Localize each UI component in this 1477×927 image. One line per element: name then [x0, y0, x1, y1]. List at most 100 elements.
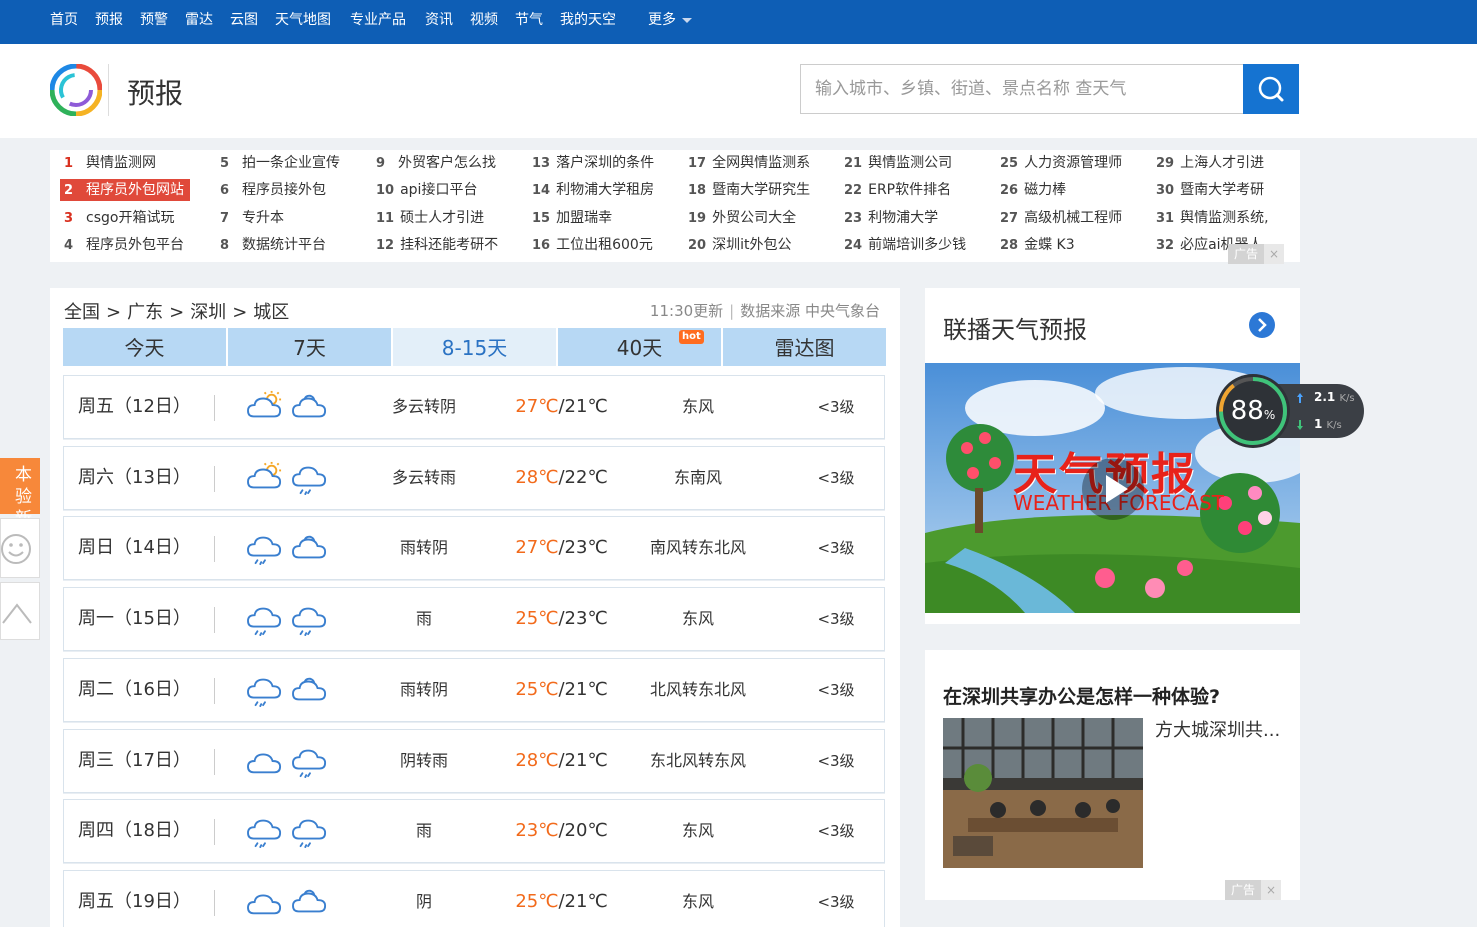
forecast-row[interactable]: 周五（12日） 多云转阴 27℃/21℃ 东风 <3级: [63, 375, 885, 439]
hotlink-item[interactable]: 6 程序员接外包: [216, 179, 332, 201]
hotlink-item[interactable]: 20 深圳it外包公: [684, 234, 797, 256]
hotlink-item[interactable]: 9 外贸客户怎么找: [372, 152, 502, 174]
forecast-row[interactable]: 周二（16日） 雨转阴 25℃/21℃ 北风转东北风 <3级: [63, 657, 885, 722]
tab-40day[interactable]: 40天 hot: [558, 328, 721, 366]
tab-8-15day[interactable]: 8-15天: [393, 328, 556, 366]
hotlink-item[interactable]: 5 拍一条企业宣传: [216, 152, 346, 174]
hotlink-item[interactable]: 2 程序员外包网站: [60, 179, 190, 201]
hotlink-item[interactable]: 13 落户深圳的条件: [528, 152, 660, 174]
hotlink-item[interactable]: 8 数据统计平台: [216, 234, 332, 256]
hotlink-item[interactable]: 22 ERP软件排名: [840, 179, 957, 201]
hotlink-item[interactable]: 25 人力资源管理师: [996, 152, 1128, 174]
nav-my-sky[interactable]: 我的天空: [560, 0, 616, 40]
hotlink-item[interactable]: 15 加盟瑞幸: [528, 207, 618, 229]
forecast-row[interactable]: 周五（19日） 阴 25℃/21℃ 东风 <3级: [63, 869, 885, 927]
tab-today[interactable]: 今天: [63, 328, 226, 366]
hotlink-item[interactable]: 27 高级机械工程师: [996, 207, 1128, 229]
nav-weather-map[interactable]: 天气地图: [275, 0, 331, 40]
cloudy-icon: [290, 531, 330, 565]
hotlink-item[interactable]: 10 api接口平台: [372, 179, 483, 201]
hotlink-item[interactable]: 18 暨南大学研究生: [684, 179, 816, 201]
search-button[interactable]: [1243, 64, 1299, 114]
hotlink-item[interactable]: 19 外贸公司大全: [684, 207, 802, 229]
hotlink-item[interactable]: 4 程序员外包平台: [60, 234, 190, 256]
feedback-button[interactable]: [0, 518, 40, 578]
hotlink-label: ERP软件排名: [868, 182, 952, 198]
close-icon[interactable]: ×: [1261, 880, 1282, 900]
arrow-right-icon[interactable]: [1249, 312, 1275, 338]
hotlink-item[interactable]: 30 暨南大学考研: [1152, 179, 1270, 201]
hotlink-item[interactable]: 23 利物浦大学: [840, 207, 944, 229]
forecast-row[interactable]: 周一（15日） 雨 25℃/23℃ 东风 <3级: [63, 587, 885, 652]
logo-divider: [108, 64, 109, 116]
network-speed-widget[interactable]: 88% 2.1 K/s 1 K/s: [1216, 374, 1366, 448]
ad-title[interactable]: 在深圳共享办公是怎样一种体验?: [943, 682, 1220, 709]
hotlink-item[interactable]: 17 全网舆情监测系: [684, 152, 816, 174]
hotlink-item[interactable]: 21 舆情监测公司: [840, 152, 958, 174]
breadcrumb-country[interactable]: 全国: [64, 302, 100, 323]
breadcrumb-district[interactable]: 城区: [253, 302, 289, 323]
hotlink-rank: 11: [376, 211, 395, 226]
hotlink-rank: 24: [844, 238, 863, 253]
hotlink-item[interactable]: 11 硕士人才引进: [372, 207, 490, 229]
nav-radar[interactable]: 雷达: [185, 0, 213, 40]
hotlink-item[interactable]: 28 金蝶 K3: [996, 234, 1081, 256]
hotlink-item[interactable]: 16 工位出租600元: [528, 234, 659, 256]
hotlink-item[interactable]: 7 专升本: [216, 207, 290, 229]
nav-forecast[interactable]: 预报: [95, 0, 123, 40]
hotlink-item[interactable]: 29 上海人才引进: [1152, 152, 1270, 174]
hotlink-item[interactable]: 31 舆情监测系统,: [1152, 207, 1275, 229]
ad-tag[interactable]: 广告 ×: [1228, 244, 1285, 264]
hotlink-label: 外贸公司大全: [712, 210, 797, 226]
hotlink-label: 利物浦大学: [868, 210, 939, 226]
forecast-temperature: 28℃/21℃: [504, 730, 619, 792]
hotlink-rank: 4: [64, 238, 74, 253]
breadcrumb-separator: >: [232, 302, 248, 323]
breadcrumb-city[interactable]: 深圳: [190, 302, 226, 323]
tab-7day[interactable]: 7天: [228, 328, 391, 366]
hotlink-label: 磁力棒: [1024, 182, 1067, 198]
ad-text[interactable]: 方大城深圳共...: [1155, 716, 1280, 742]
forecast-panel: 全国 > 广东 > 深圳 > 城区 11:30更新 | 数据来源 中央气象台 今天 7天 8-1…: [50, 288, 900, 927]
try-new-version-button[interactable]: 本验新版: [0, 458, 40, 551]
forecast-day: 周三（17日）: [78, 749, 191, 771]
back-to-top-button[interactable]: [0, 582, 40, 640]
hotlink-item[interactable]: 1 舆情监测网: [60, 152, 162, 174]
forecast-wind-level: <3级: [817, 751, 855, 770]
nav-solar-terms[interactable]: 节气: [515, 0, 543, 40]
search-input[interactable]: [800, 64, 1244, 114]
nav-news[interactable]: 资讯: [425, 0, 453, 40]
hotlink-item[interactable]: 24 前端培训多少钱: [840, 234, 972, 256]
hotlink-item[interactable]: 26 磁力棒: [996, 179, 1072, 201]
play-icon[interactable]: [1082, 458, 1144, 520]
nav-more[interactable]: 更多: [648, 0, 692, 40]
weather-logo-icon[interactable]: [50, 64, 102, 116]
breadcrumb-province[interactable]: 广东: [127, 302, 163, 323]
search-icon: [1258, 76, 1284, 102]
nav-more-label: 更多: [648, 12, 676, 28]
tab-radar[interactable]: 雷达图: [723, 328, 886, 366]
ad-tag[interactable]: 广告 ×: [1225, 880, 1282, 900]
forecast-day: 周六（13日）: [78, 466, 191, 488]
temp-low: /21℃: [558, 678, 608, 700]
hotlink-item[interactable]: 14 利物浦大学租房: [528, 179, 660, 201]
nav-pro-products[interactable]: 专业产品: [350, 0, 406, 40]
hotlink-item[interactable]: 3 csgo开箱试玩: [60, 207, 180, 229]
upload-rate: 2.1 K/s: [1314, 390, 1355, 404]
hotlink-item[interactable]: 12 挂科还能考研不: [372, 234, 504, 256]
nav-home[interactable]: 首页: [50, 0, 78, 40]
partly-cloudy-day-icon: [245, 461, 285, 495]
forecast-row[interactable]: 周三（17日） 阴转雨 28℃/21℃ 东北风转东风 <3级: [63, 728, 885, 793]
nav-warning[interactable]: 预警: [140, 0, 168, 40]
forecast-row[interactable]: 周日（14日） 雨转阴 27℃/23℃ 南风转东北风 <3级: [63, 516, 885, 581]
forecast-row[interactable]: 周四（18日） 雨 23℃/20℃ 东风 <3级: [63, 799, 885, 864]
forecast-tabs: 今天 7天 8-15天 40天 hot 雷达图: [63, 328, 887, 366]
ad-image[interactable]: [943, 718, 1143, 868]
forecast-day: 周五（19日）: [78, 890, 191, 912]
forecast-wind-level: <3级: [817, 468, 855, 487]
cloudy-icon: [290, 885, 330, 919]
nav-video[interactable]: 视频: [470, 0, 498, 40]
forecast-row[interactable]: 周六（13日） 多云转雨 28℃/22℃ 东南风 <3级: [63, 445, 885, 510]
close-icon[interactable]: ×: [1264, 244, 1285, 264]
nav-cloud[interactable]: 云图: [230, 0, 258, 40]
